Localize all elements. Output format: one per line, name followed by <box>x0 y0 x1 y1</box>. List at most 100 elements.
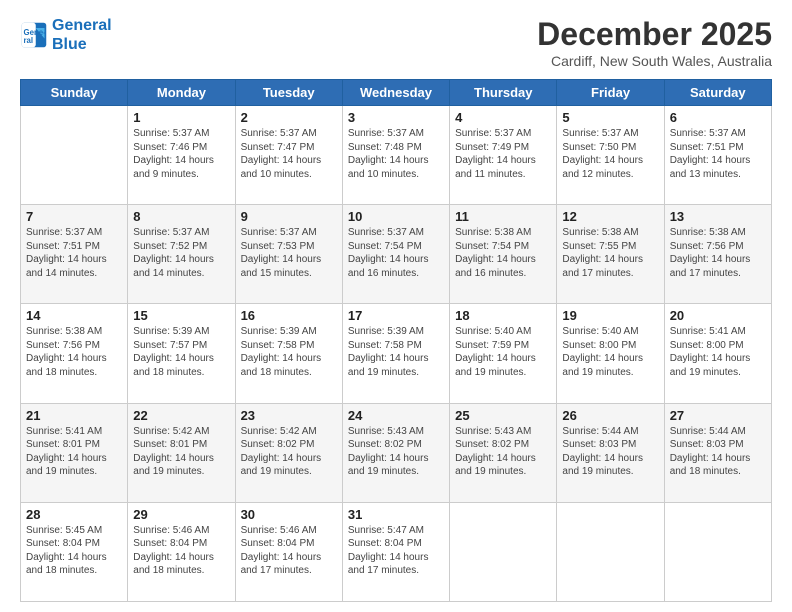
header: Gene- ral General Blue December 2025 Car… <box>20 16 772 69</box>
calendar-cell-w4-d2: 23 Sunrise: 5:42 AMSunset: 8:02 PMDayligh… <box>235 403 342 502</box>
day-number: 18 <box>455 308 551 323</box>
day-number: 2 <box>241 110 337 125</box>
calendar-cell-w1-d6: 6 Sunrise: 5:37 AMSunset: 7:51 PMDaylight… <box>664 106 771 205</box>
day-info: Sunrise: 5:46 AMSunset: 8:04 PMDaylight:… <box>133 524 229 578</box>
calendar-cell-w2-d3: 10 Sunrise: 5:37 AMSunset: 7:54 PMDayligh… <box>342 205 449 304</box>
day-info: Sunrise: 5:42 AMSunset: 8:02 PMDaylight:… <box>241 425 337 479</box>
header-friday: Friday <box>557 80 664 106</box>
day-number: 7 <box>26 209 122 224</box>
calendar-cell-w5-d6 <box>664 502 771 601</box>
calendar-cell-w2-d0: 7 Sunrise: 5:37 AMSunset: 7:51 PMDaylight… <box>21 205 128 304</box>
day-info: Sunrise: 5:40 AMSunset: 8:00 PMDaylight:… <box>562 325 658 379</box>
calendar-cell-w2-d1: 8 Sunrise: 5:37 AMSunset: 7:52 PMDaylight… <box>128 205 235 304</box>
calendar-header-row: Sunday Monday Tuesday Wednesday Thursday… <box>21 80 772 106</box>
day-info: Sunrise: 5:43 AMSunset: 8:02 PMDaylight:… <box>348 425 444 479</box>
day-number: 13 <box>670 209 766 224</box>
day-info: Sunrise: 5:46 AMSunset: 8:04 PMDaylight:… <box>241 524 337 578</box>
header-thursday: Thursday <box>450 80 557 106</box>
day-number: 28 <box>26 507 122 522</box>
day-number: 17 <box>348 308 444 323</box>
day-number: 6 <box>670 110 766 125</box>
day-info: Sunrise: 5:39 AMSunset: 7:57 PMDaylight:… <box>133 325 229 379</box>
calendar-cell-w2-d2: 9 Sunrise: 5:37 AMSunset: 7:53 PMDaylight… <box>235 205 342 304</box>
calendar-cell-w5-d1: 29 Sunrise: 5:46 AMSunset: 8:04 PMDayligh… <box>128 502 235 601</box>
day-info: Sunrise: 5:38 AMSunset: 7:56 PMDaylight:… <box>670 226 766 280</box>
day-info: Sunrise: 5:37 AMSunset: 7:49 PMDaylight:… <box>455 127 551 181</box>
day-info: Sunrise: 5:40 AMSunset: 7:59 PMDaylight:… <box>455 325 551 379</box>
week-row-5: 28 Sunrise: 5:45 AMSunset: 8:04 PMDayligh… <box>21 502 772 601</box>
day-number: 10 <box>348 209 444 224</box>
calendar-cell-w1-d1: 1 Sunrise: 5:37 AMSunset: 7:46 PMDaylight… <box>128 106 235 205</box>
day-number: 23 <box>241 408 337 423</box>
day-number: 1 <box>133 110 229 125</box>
day-number: 11 <box>455 209 551 224</box>
calendar-cell-w5-d5 <box>557 502 664 601</box>
week-row-1: 1 Sunrise: 5:37 AMSunset: 7:46 PMDaylight… <box>21 106 772 205</box>
day-number: 16 <box>241 308 337 323</box>
logo-text: General Blue <box>52 16 112 54</box>
week-row-2: 7 Sunrise: 5:37 AMSunset: 7:51 PMDaylight… <box>21 205 772 304</box>
header-sunday: Sunday <box>21 80 128 106</box>
day-number: 30 <box>241 507 337 522</box>
day-number: 29 <box>133 507 229 522</box>
calendar-cell-w3-d3: 17Sunrise: 5:39 AMSunset: 7:58 PMDayligh… <box>342 304 449 403</box>
calendar-cell-w2-d4: 11 Sunrise: 5:38 AMSunset: 7:54 PMDayligh… <box>450 205 557 304</box>
day-number: 8 <box>133 209 229 224</box>
day-info: Sunrise: 5:41 AMSunset: 8:00 PMDaylight:… <box>670 325 766 379</box>
day-number: 3 <box>348 110 444 125</box>
calendar-cell-w2-d5: 12 Sunrise: 5:38 AMSunset: 7:55 PMDayligh… <box>557 205 664 304</box>
calendar-table: Sunday Monday Tuesday Wednesday Thursday… <box>20 79 772 602</box>
day-info: Sunrise: 5:37 AMSunset: 7:47 PMDaylight:… <box>241 127 337 181</box>
day-info: Sunrise: 5:37 AMSunset: 7:53 PMDaylight:… <box>241 226 337 280</box>
calendar-cell-w5-d3: 31Sunrise: 5:47 AMSunset: 8:04 PMDayligh… <box>342 502 449 601</box>
main-title: December 2025 <box>537 16 772 53</box>
day-info: Sunrise: 5:43 AMSunset: 8:02 PMDaylight:… <box>455 425 551 479</box>
day-number: 15 <box>133 308 229 323</box>
day-info: Sunrise: 5:37 AMSunset: 7:51 PMDaylight:… <box>670 127 766 181</box>
day-info: Sunrise: 5:38 AMSunset: 7:55 PMDaylight:… <box>562 226 658 280</box>
day-number: 21 <box>26 408 122 423</box>
calendar-cell-w1-d2: 2 Sunrise: 5:37 AMSunset: 7:47 PMDaylight… <box>235 106 342 205</box>
day-info: Sunrise: 5:39 AMSunset: 7:58 PMDaylight:… <box>241 325 337 379</box>
calendar-cell-w4-d1: 22 Sunrise: 5:42 AMSunset: 8:01 PMDayligh… <box>128 403 235 502</box>
calendar-cell-w3-d1: 15 Sunrise: 5:39 AMSunset: 7:57 PMDayligh… <box>128 304 235 403</box>
page: Gene- ral General Blue December 2025 Car… <box>0 0 792 612</box>
day-info: Sunrise: 5:42 AMSunset: 8:01 PMDaylight:… <box>133 425 229 479</box>
day-info: Sunrise: 5:44 AMSunset: 8:03 PMDaylight:… <box>562 425 658 479</box>
day-info: Sunrise: 5:38 AMSunset: 7:54 PMDaylight:… <box>455 226 551 280</box>
day-info: Sunrise: 5:41 AMSunset: 8:01 PMDaylight:… <box>26 425 122 479</box>
calendar-cell-w1-d4: 4Sunrise: 5:37 AMSunset: 7:49 PMDaylight… <box>450 106 557 205</box>
day-number: 22 <box>133 408 229 423</box>
day-number: 20 <box>670 308 766 323</box>
day-number: 9 <box>241 209 337 224</box>
calendar-cell-w4-d0: 21 Sunrise: 5:41 AMSunset: 8:01 PMDayligh… <box>21 403 128 502</box>
day-number: 24 <box>348 408 444 423</box>
calendar-cell-w5-d4 <box>450 502 557 601</box>
header-monday: Monday <box>128 80 235 106</box>
day-info: Sunrise: 5:44 AMSunset: 8:03 PMDaylight:… <box>670 425 766 479</box>
day-info: Sunrise: 5:37 AMSunset: 7:52 PMDaylight:… <box>133 226 229 280</box>
week-row-4: 21 Sunrise: 5:41 AMSunset: 8:01 PMDayligh… <box>21 403 772 502</box>
calendar-cell-w5-d0: 28 Sunrise: 5:45 AMSunset: 8:04 PMDayligh… <box>21 502 128 601</box>
calendar-cell-w1-d0 <box>21 106 128 205</box>
calendar-cell-w4-d6: 27 Sunrise: 5:44 AMSunset: 8:03 PMDayligh… <box>664 403 771 502</box>
day-number: 12 <box>562 209 658 224</box>
day-info: Sunrise: 5:37 AMSunset: 7:46 PMDaylight:… <box>133 127 229 181</box>
day-number: 25 <box>455 408 551 423</box>
calendar-cell-w3-d0: 14Sunrise: 5:38 AMSunset: 7:56 PMDayligh… <box>21 304 128 403</box>
day-info: Sunrise: 5:37 AMSunset: 7:48 PMDaylight:… <box>348 127 444 181</box>
day-number: 27 <box>670 408 766 423</box>
day-number: 26 <box>562 408 658 423</box>
day-info: Sunrise: 5:37 AMSunset: 7:51 PMDaylight:… <box>26 226 122 280</box>
calendar-cell-w4-d4: 25 Sunrise: 5:43 AMSunset: 8:02 PMDayligh… <box>450 403 557 502</box>
subtitle: Cardiff, New South Wales, Australia <box>537 53 772 69</box>
day-number: 5 <box>562 110 658 125</box>
logo: Gene- ral General Blue <box>20 16 112 54</box>
day-info: Sunrise: 5:45 AMSunset: 8:04 PMDaylight:… <box>26 524 122 578</box>
calendar-cell-w5-d2: 30 Sunrise: 5:46 AMSunset: 8:04 PMDayligh… <box>235 502 342 601</box>
calendar-cell-w4-d5: 26 Sunrise: 5:44 AMSunset: 8:03 PMDayligh… <box>557 403 664 502</box>
day-number: 19 <box>562 308 658 323</box>
day-info: Sunrise: 5:37 AMSunset: 7:54 PMDaylight:… <box>348 226 444 280</box>
calendar-cell-w1-d3: 3 Sunrise: 5:37 AMSunset: 7:48 PMDaylight… <box>342 106 449 205</box>
day-info: Sunrise: 5:37 AMSunset: 7:50 PMDaylight:… <box>562 127 658 181</box>
